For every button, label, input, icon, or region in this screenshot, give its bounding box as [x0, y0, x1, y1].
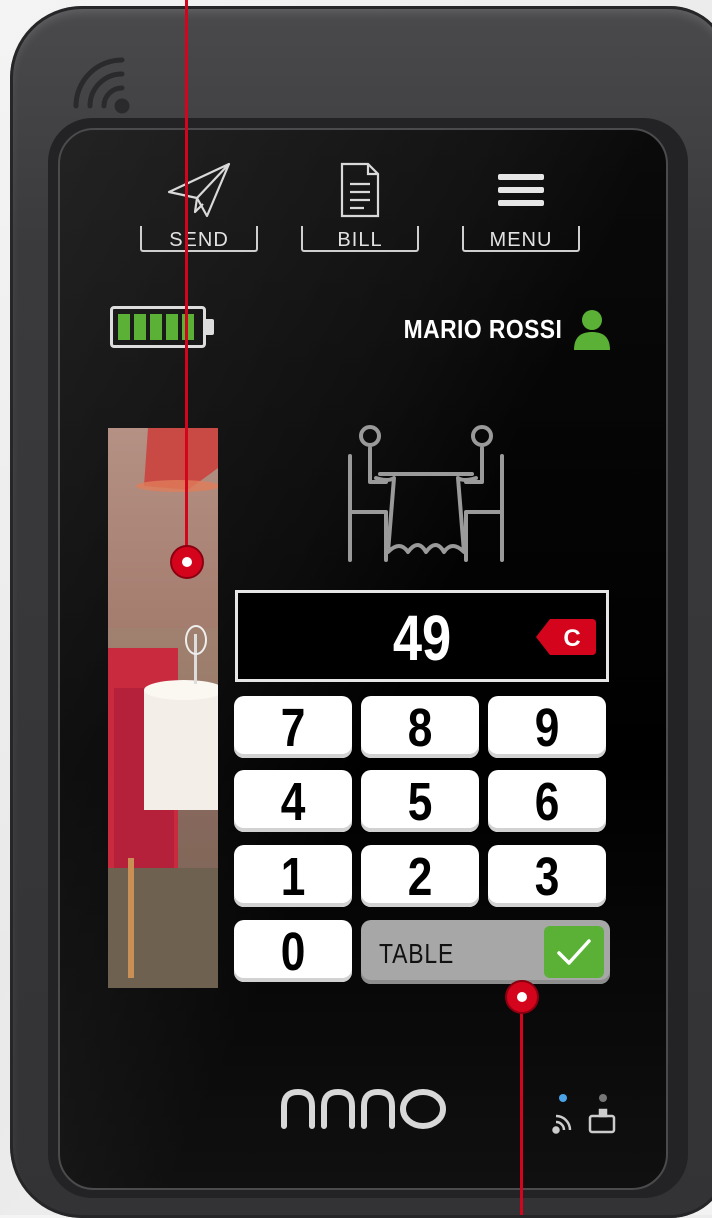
menu-label: MENU [462, 226, 580, 252]
callout-marker-photo [170, 545, 204, 579]
card-led [599, 1094, 607, 1102]
key-label: 9 [534, 698, 560, 758]
table-number-display: 49 C [235, 590, 609, 682]
send-button[interactable]: SEND [140, 160, 258, 252]
rfid-icon [552, 1114, 572, 1134]
status-indicators [552, 1094, 616, 1134]
checkmark-icon [544, 926, 604, 978]
key-5[interactable]: 5 [361, 770, 479, 832]
key-label: 8 [407, 698, 433, 758]
key-label: 2 [407, 847, 433, 907]
key-9[interactable]: 9 [488, 696, 606, 758]
nano-logo [281, 1088, 446, 1129]
menu-button[interactable]: MENU [462, 160, 580, 252]
send-label: SEND [140, 226, 258, 252]
nfc-icon [73, 57, 130, 114]
battery-icon [110, 306, 214, 348]
key-2[interactable]: 2 [361, 845, 479, 907]
table-confirm-button[interactable]: TABLE [361, 920, 610, 984]
key-label: 6 [534, 772, 560, 832]
clear-label: C [563, 625, 580, 652]
key-label: 3 [534, 847, 560, 907]
key-label: 4 [280, 772, 306, 832]
key-label: 7 [280, 698, 306, 758]
key-label: 0 [280, 922, 306, 982]
card-slot-icon [588, 1108, 616, 1134]
key-label: 5 [407, 772, 433, 832]
key-6[interactable]: 6 [488, 770, 606, 832]
document-icon [340, 162, 380, 218]
callout-line-table [520, 1000, 523, 1215]
key-7[interactable]: 7 [234, 696, 352, 758]
key-1[interactable]: 1 [234, 845, 352, 907]
rfid-led [559, 1094, 567, 1102]
hamburger-icon [498, 174, 544, 206]
dining-table-icon [348, 425, 504, 562]
callout-line-photo [185, 0, 188, 548]
key-4[interactable]: 4 [234, 770, 352, 832]
clear-button[interactable]: C [536, 619, 596, 655]
key-label: 1 [280, 847, 306, 907]
callout-marker-table [505, 980, 539, 1014]
key-0[interactable]: 0 [234, 920, 352, 982]
key-8[interactable]: 8 [361, 696, 479, 758]
bill-button[interactable]: BILL [301, 160, 419, 252]
table-number-value: 49 [392, 602, 452, 674]
user-indicator: MARIO ROSSI [382, 308, 612, 350]
table-confirm-label: TABLE [379, 938, 455, 969]
user-name: MARIO ROSSI [403, 313, 562, 344]
user-icon [574, 310, 610, 350]
paper-plane-icon [167, 162, 231, 218]
bill-label: BILL [301, 226, 419, 252]
key-3[interactable]: 3 [488, 845, 606, 907]
restaurant-photo [108, 428, 218, 988]
